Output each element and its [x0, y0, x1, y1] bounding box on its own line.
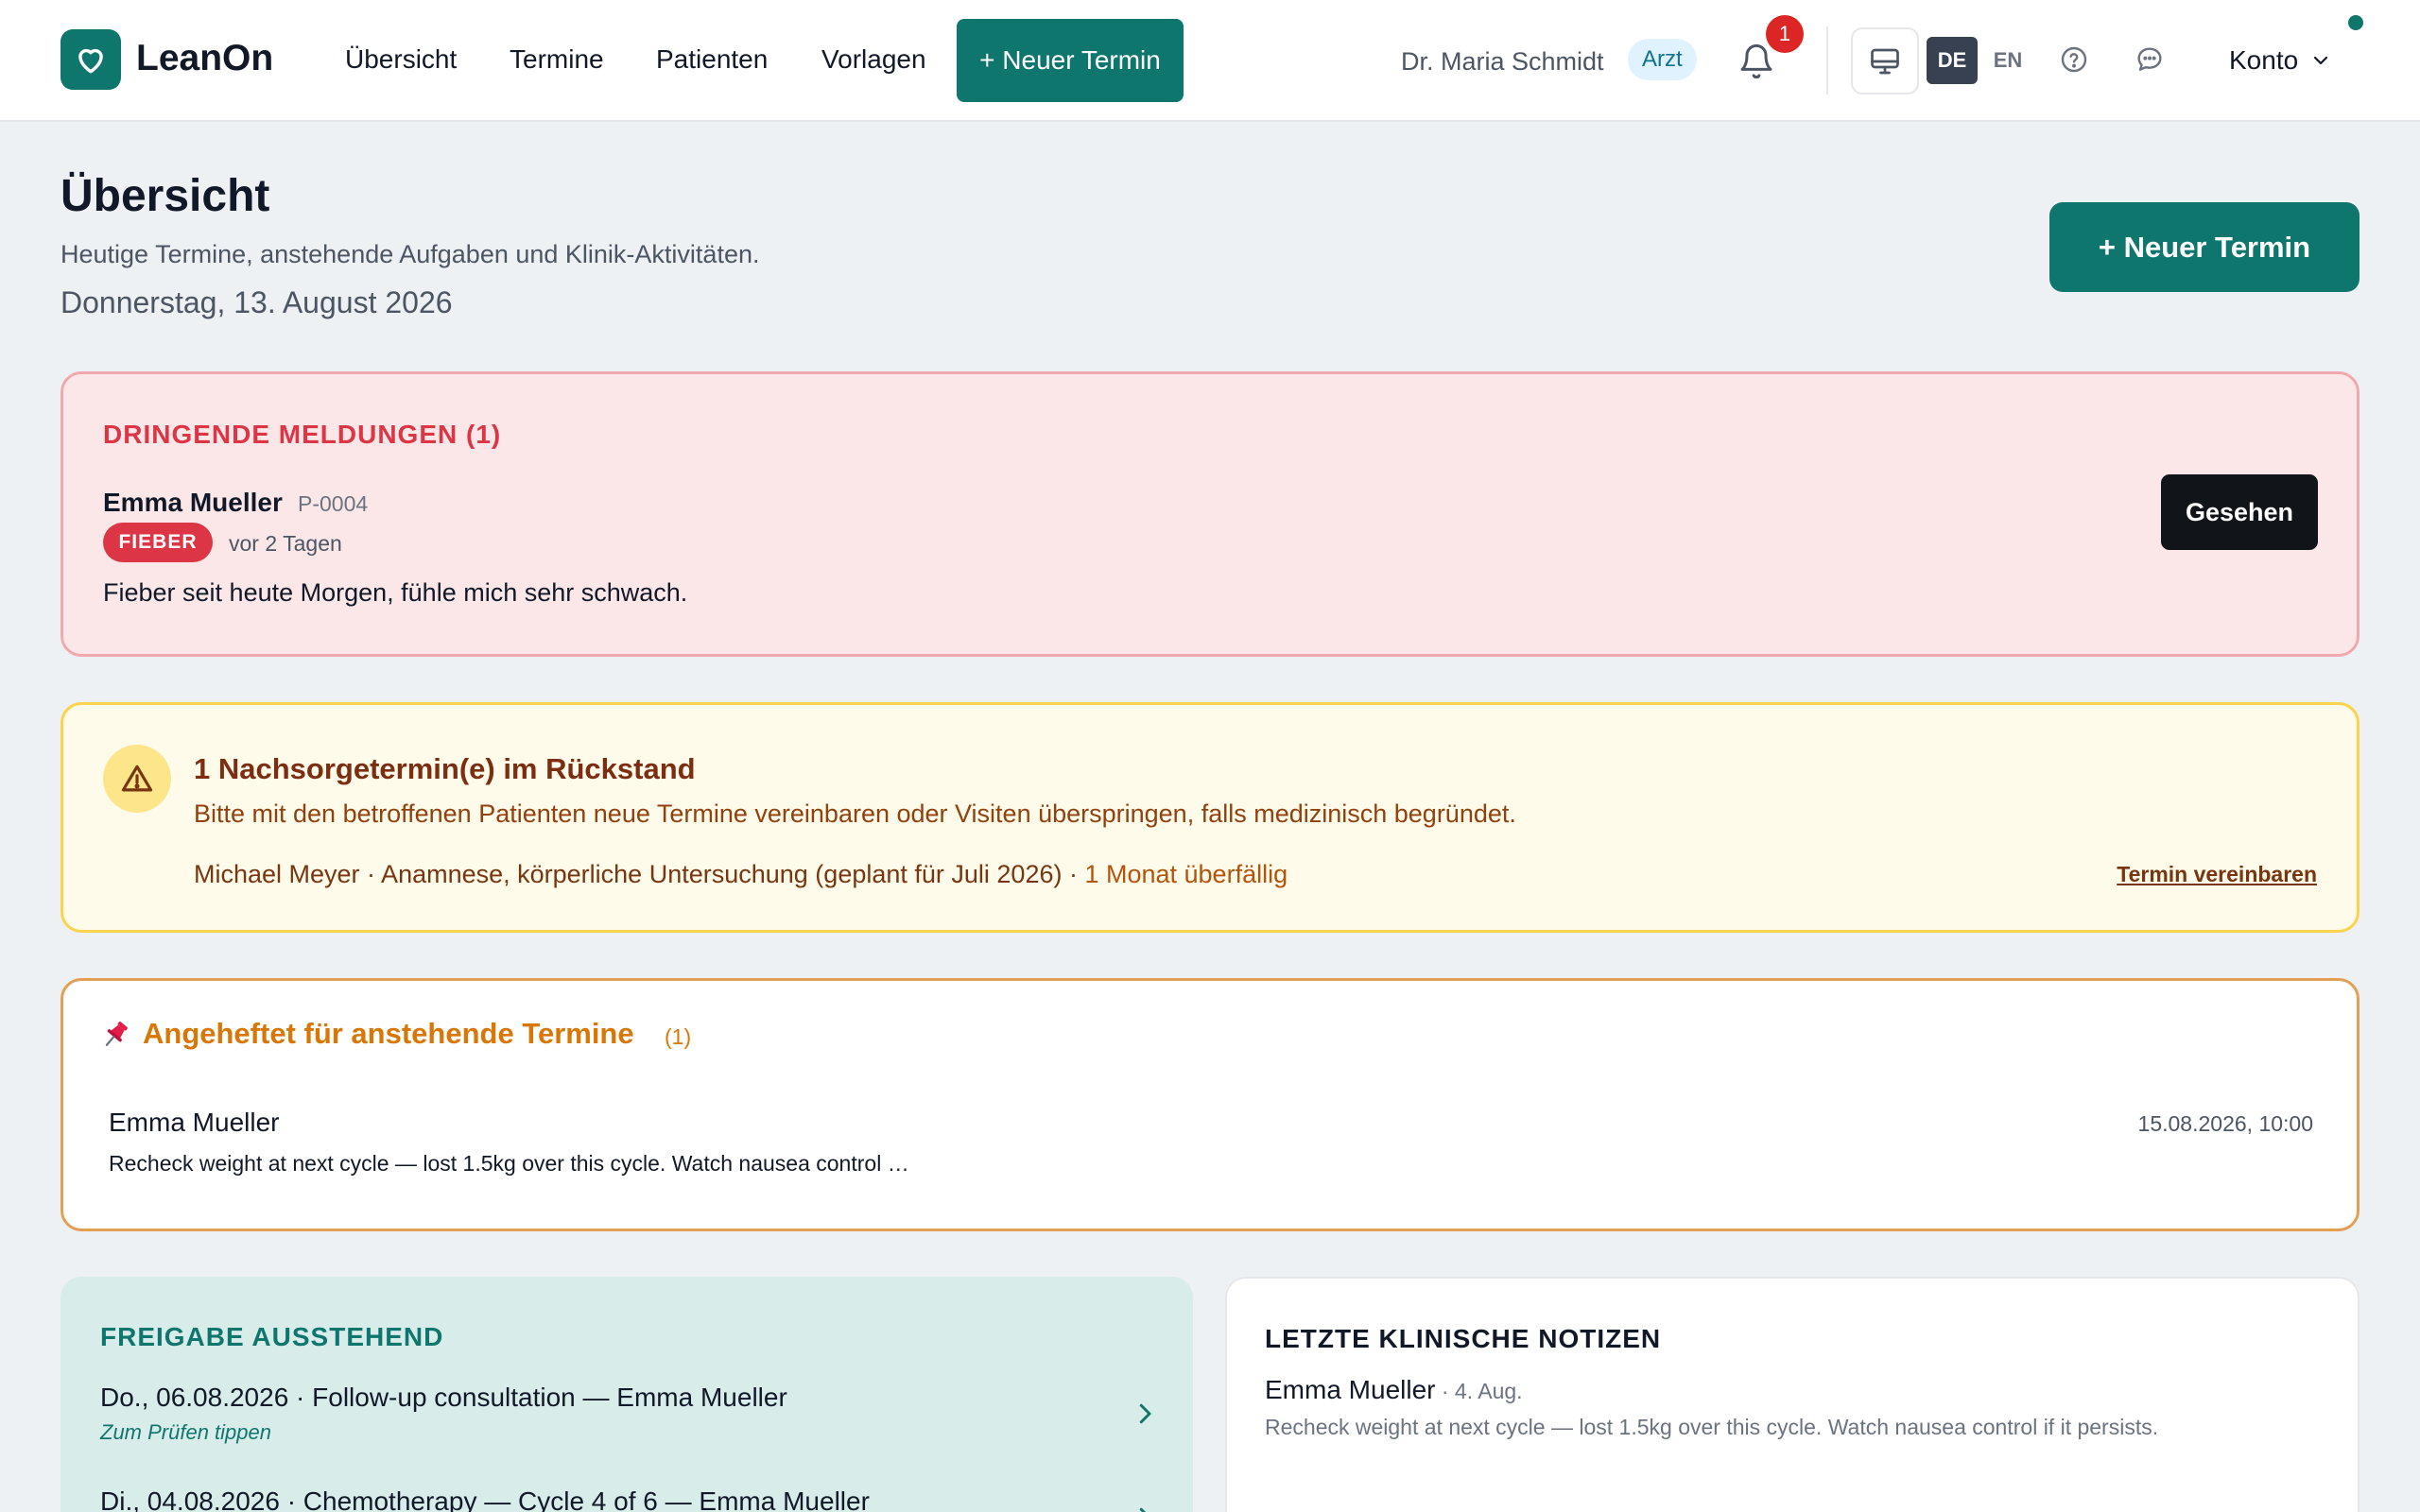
note-text: Recheck weight at next cycle — lost 1.5k…: [1265, 1415, 2159, 1439]
urgent-time: vor 2 Tagen: [229, 531, 342, 556]
pending-item-text: Di., 04.08.2026 · Chemotherapy — Cycle 4…: [100, 1486, 870, 1512]
help-icon[interactable]: [2059, 44, 2089, 75]
logo-heart-icon[interactable]: [60, 29, 121, 90]
overdue-item: Michael Meyer · Anamnese, körperliche Un…: [194, 860, 1288, 889]
pinned-datetime: 15.08.2026, 10:00: [2137, 1111, 2313, 1136]
pending-approval-item[interactable]: Do., 06.08.2026 · Follow-up consultation…: [100, 1383, 1159, 1445]
page-date: Donnerstag, 13. August 2026: [60, 285, 453, 319]
online-status-dot: [2348, 15, 2363, 30]
warning-icon: [103, 745, 171, 813]
display-mode-button[interactable]: [1851, 27, 1919, 94]
note-patient-name: Emma Mueller: [1265, 1375, 1436, 1404]
pinned-note-text: Recheck weight at next cycle — lost 1.5k…: [109, 1151, 909, 1176]
chevron-down-icon: [2314, 56, 2328, 65]
urgent-alerts-card: DRINGENDE MELDUNGEN (1) Emma Mueller P-0…: [60, 371, 2360, 657]
account-menu[interactable]: Konto: [2229, 45, 2332, 76]
pinned-notes-card: Angeheftet für anstehende Termine (1) Em…: [60, 978, 2360, 1231]
new-appointment-button[interactable]: + Neuer Termin: [2049, 202, 2360, 292]
note-entry-header[interactable]: Emma Mueller · 4. Aug.: [1265, 1375, 1523, 1405]
urgent-patient-name[interactable]: Emma Mueller: [103, 488, 283, 518]
pinned-patient-name[interactable]: Emma Mueller: [109, 1108, 279, 1138]
nav-new-appointment-button[interactable]: + Neuer Termin: [957, 19, 1184, 102]
notification-count-badge[interactable]: 1: [1766, 15, 1804, 53]
language-en-button[interactable]: EN: [1989, 37, 2027, 84]
chat-icon[interactable]: [2135, 44, 2165, 75]
overdue-item-late: 1 Monat überfällig: [1084, 860, 1288, 888]
note-date: · 4. Aug.: [1435, 1379, 1523, 1403]
urgent-alerts-title: DRINGENDE MELDUNGEN (1): [103, 420, 502, 449]
pushpin-icon: [99, 1019, 133, 1053]
symptom-tag: FIEBER: [103, 523, 213, 562]
chevron-right-icon: [1139, 1403, 1151, 1424]
notification-bell-icon[interactable]: [1737, 42, 1775, 81]
pending-approval-item[interactable]: Di., 04.08.2026 · Chemotherapy — Cycle 4…: [100, 1486, 1159, 1512]
nav-appointments[interactable]: Termine: [510, 44, 604, 75]
page-subtitle: Heutige Termine, anstehende Aufgaben und…: [60, 240, 760, 268]
overdue-followups-card: 1 Nachsorgetermin(e) im Rückstand Bitte …: [60, 702, 2360, 933]
pending-approval-card: FREIGABE AUSSTEHEND Do., 06.08.2026 · Fo…: [60, 1277, 1193, 1512]
user-name: Dr. Maria Schmidt: [1401, 47, 1604, 76]
notes-title: LETZTE KLINISCHE NOTIZEN: [1265, 1324, 1662, 1353]
nav-overview[interactable]: Übersicht: [345, 44, 457, 75]
pinned-title: Angeheftet für anstehende Termine: [143, 1017, 634, 1050]
monitor-icon: [1871, 48, 1899, 74]
nav-patients[interactable]: Patienten: [656, 44, 768, 75]
account-label: Konto: [2229, 45, 2299, 75]
pinned-count: (1): [665, 1024, 692, 1049]
header-divider: [1826, 26, 1828, 94]
pending-item-text: Do., 06.08.2026 · Follow-up consultation…: [100, 1383, 787, 1412]
urgent-message: Fieber seit heute Morgen, fühle mich seh…: [103, 578, 688, 607]
role-badge: Arzt: [1628, 39, 1697, 80]
urgent-patient-id: P-0004: [298, 491, 369, 516]
language-de-button[interactable]: DE: [1927, 37, 1978, 84]
schedule-appointment-link[interactable]: Termin vereinbaren: [2117, 862, 2317, 887]
page-title: Übersicht: [60, 171, 270, 221]
pending-approval-title: FREIGABE AUSSTEHEND: [100, 1322, 444, 1351]
overdue-description: Bitte mit den betroffenen Patienten neue…: [194, 799, 1516, 828]
mark-seen-button[interactable]: Gesehen: [2161, 474, 2318, 550]
overdue-title: 1 Nachsorgetermin(e) im Rückstand: [194, 752, 696, 785]
pending-item-hint: Zum Prüfen tippen: [100, 1420, 271, 1444]
nav-templates[interactable]: Vorlagen: [821, 44, 926, 75]
overdue-item-text: Michael Meyer · Anamnese, körperliche Un…: [194, 860, 1085, 888]
top-navigation-bar: LeanOn Übersicht Termine Patienten Vorla…: [0, 0, 2420, 122]
chevron-right-icon: [1139, 1507, 1147, 1512]
recent-clinical-notes-card: LETZTE KLINISCHE NOTIZEN Emma Mueller · …: [1225, 1277, 2360, 1512]
app-name[interactable]: LeanOn: [136, 38, 273, 79]
